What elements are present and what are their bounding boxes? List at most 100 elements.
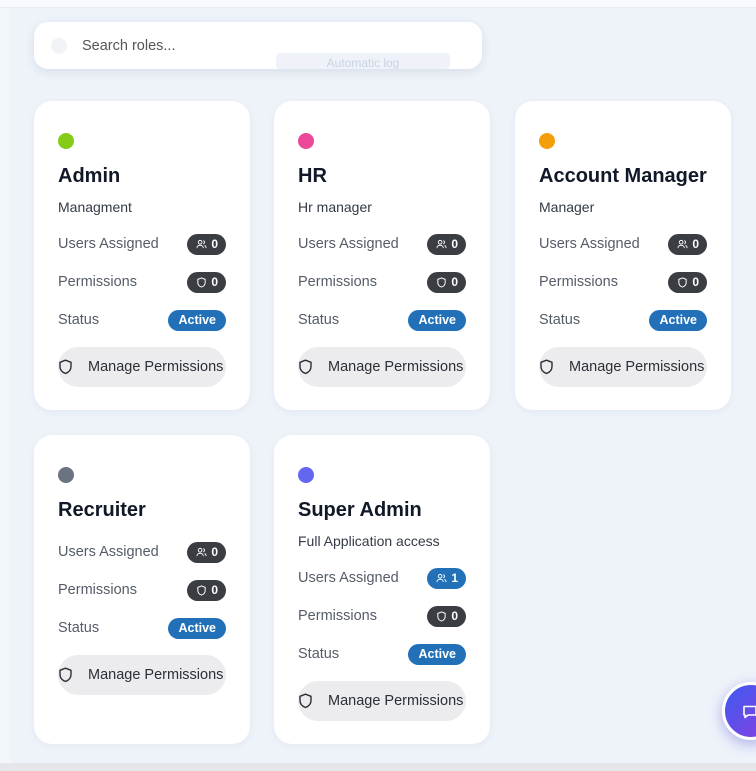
- users-icon: [677, 239, 688, 248]
- manage-permissions-button[interactable]: Manage Permissions: [58, 347, 226, 387]
- users-icon: [436, 239, 447, 248]
- users-count-badge: 0: [668, 233, 707, 255]
- users-count: 0: [211, 545, 218, 559]
- role-description: Managment: [58, 199, 132, 215]
- role-card-super-admin: Super Admin Full Application access User…: [274, 435, 490, 744]
- shield-icon: [678, 276, 687, 288]
- automatic-log-label: Automatic log: [326, 56, 400, 69]
- status-label: Status: [58, 312, 100, 328]
- manage-permissions-button[interactable]: Manage Permissions: [298, 347, 466, 387]
- manage-permissions-label: Manage Permissions: [328, 359, 464, 375]
- users-assigned-row: Users Assigned 1: [298, 567, 466, 589]
- status-label: Status: [298, 646, 340, 662]
- role-name: Super Admin: [298, 499, 422, 521]
- role-name: HR: [298, 165, 327, 187]
- users-icon: [196, 547, 207, 556]
- bottom-scrollbar[interactable]: [0, 763, 756, 771]
- permissions-count-badge: 0: [427, 271, 466, 293]
- status-label: Status: [298, 312, 340, 328]
- status-row: Status Active: [58, 617, 226, 639]
- role-description: Full Application access: [298, 533, 440, 549]
- status-badge: Active: [408, 309, 466, 331]
- users-icon: [196, 239, 207, 248]
- users-count-badge: 0: [187, 233, 226, 255]
- status-badge: Active: [168, 617, 226, 639]
- permissions-count: 0: [211, 583, 218, 597]
- manage-permissions-button[interactable]: Manage Permissions: [539, 347, 707, 387]
- role-name: Admin: [58, 165, 121, 187]
- manage-permissions-button[interactable]: Manage Permissions: [298, 681, 466, 721]
- shield-icon: [299, 359, 312, 375]
- permissions-label: Permissions: [58, 582, 137, 598]
- permissions-count: 0: [451, 275, 458, 289]
- permissions-count-badge: 0: [187, 579, 226, 601]
- role-color-dot: [298, 133, 314, 149]
- users-icon: [436, 573, 447, 582]
- shield-icon: [299, 693, 312, 709]
- shield-icon: [197, 584, 206, 596]
- status-row: Status Active: [539, 309, 707, 331]
- users-assigned-label: Users Assigned: [298, 236, 399, 252]
- permissions-count-badge: 0: [668, 271, 707, 293]
- role-card-account-manager: Account Manager Manager Users Assigned 0…: [515, 101, 731, 410]
- manage-permissions-label: Manage Permissions: [569, 359, 705, 375]
- users-count: 1: [451, 571, 458, 585]
- permissions-count: 0: [451, 609, 458, 623]
- users-assigned-label: Users Assigned: [539, 236, 640, 252]
- permissions-row: Permissions 0: [298, 271, 466, 293]
- shield-icon: [540, 359, 553, 375]
- shield-icon: [59, 667, 72, 683]
- role-card-admin: Admin Managment Users Assigned 0 Permiss…: [34, 101, 250, 410]
- status-label: Status: [539, 312, 581, 328]
- shield-icon: [437, 610, 446, 622]
- search-icon: [50, 37, 68, 55]
- role-description: Hr manager: [298, 199, 372, 215]
- manage-permissions-button[interactable]: Manage Permissions: [58, 655, 226, 695]
- users-count: 0: [451, 237, 458, 251]
- users-count: 0: [211, 237, 218, 251]
- users-assigned-row: Users Assigned 0: [539, 233, 707, 255]
- role-color-dot: [58, 133, 74, 149]
- status-row: Status Active: [298, 643, 466, 665]
- users-assigned-row: Users Assigned 0: [298, 233, 466, 255]
- users-assigned-row: Users Assigned 0: [58, 541, 226, 563]
- status-label: Status: [58, 620, 100, 636]
- permissions-row: Permissions 0: [298, 605, 466, 627]
- role-name: Account Manager: [539, 165, 707, 187]
- status-row: Status Active: [58, 309, 226, 331]
- chat-button[interactable]: [722, 682, 756, 740]
- manage-permissions-label: Manage Permissions: [328, 693, 464, 709]
- permissions-count-badge: 0: [187, 271, 226, 293]
- permissions-label: Permissions: [298, 608, 377, 624]
- search-input[interactable]: [82, 37, 462, 54]
- top-strip: [0, 0, 756, 8]
- users-assigned-label: Users Assigned: [298, 570, 399, 586]
- shield-icon: [197, 276, 206, 288]
- role-description: Manager: [539, 199, 595, 215]
- manage-permissions-label: Manage Permissions: [88, 667, 224, 683]
- users-assigned-label: Users Assigned: [58, 236, 159, 252]
- permissions-label: Permissions: [539, 274, 618, 290]
- status-row: Status Active: [298, 309, 466, 331]
- permissions-count-badge: 0: [427, 605, 466, 627]
- status-badge: Active: [649, 309, 707, 331]
- permissions-count: 0: [211, 275, 218, 289]
- status-badge: Active: [168, 309, 226, 331]
- role-color-dot: [298, 467, 314, 483]
- users-count-badge: 0: [427, 233, 466, 255]
- users-assigned-label: Users Assigned: [58, 544, 159, 560]
- role-card-recruiter: Recruiter Users Assigned 0 Permissions 0…: [34, 435, 250, 744]
- users-count-badge: 1: [427, 567, 466, 589]
- shield-icon: [437, 276, 446, 288]
- role-name: Recruiter: [58, 499, 146, 521]
- permissions-row: Permissions 0: [539, 271, 707, 293]
- users-count: 0: [692, 237, 699, 251]
- permissions-count: 0: [692, 275, 699, 289]
- automatic-log-button[interactable]: Automatic log: [276, 53, 450, 69]
- left-edge: [0, 8, 10, 763]
- users-assigned-row: Users Assigned 0: [58, 233, 226, 255]
- permissions-row: Permissions 0: [58, 271, 226, 293]
- permissions-row: Permissions 0: [58, 579, 226, 601]
- status-badge: Active: [408, 643, 466, 665]
- permissions-label: Permissions: [298, 274, 377, 290]
